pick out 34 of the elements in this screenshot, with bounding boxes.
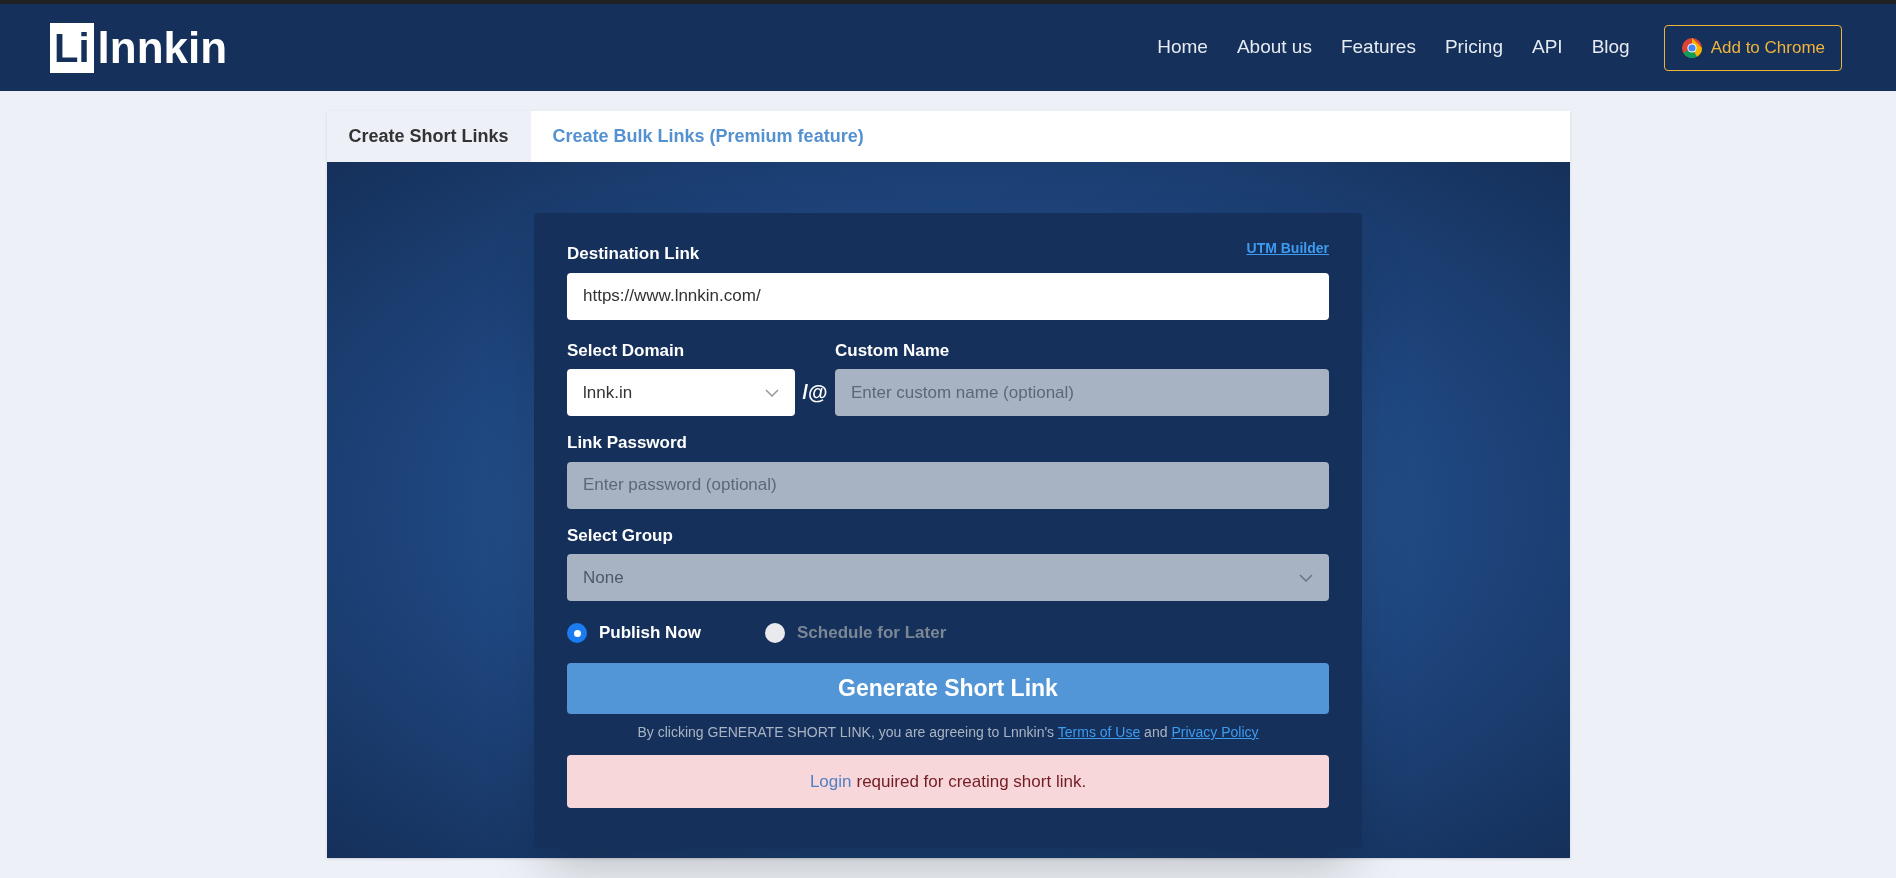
destination-link-field[interactable]: https://www.lnnkin.com/: [567, 272, 1329, 320]
nav-link[interactable]: API: [1532, 33, 1563, 62]
radio-button[interactable]: [567, 623, 587, 643]
nav-link[interactable]: Features: [1340, 33, 1416, 62]
nav-link[interactable]: Pricing: [1444, 33, 1503, 62]
utm-builder-link[interactable]: UTM Builder: [1246, 237, 1329, 259]
logo[interactable]: Li lnnkin: [50, 22, 228, 73]
tab[interactable]: Create Short Links: [326, 111, 531, 162]
terms-of-use-link[interactable]: Terms of Use: [1057, 724, 1141, 740]
radio-label[interactable]: Publish Now: [599, 620, 701, 646]
logo-mark: Li: [50, 22, 94, 73]
field-label: Destination Link: [567, 243, 700, 265]
chevron-down-icon: [1299, 573, 1313, 582]
field-label: Link Password: [567, 432, 688, 454]
add-to-chrome-button[interactable]: Add to Chrome: [1663, 24, 1842, 71]
chrome-icon: [1680, 36, 1703, 59]
privacy-policy-link[interactable]: Privacy Policy: [1171, 724, 1259, 740]
field-label: Custom Name: [835, 339, 951, 362]
terms-text: By clicking GENERATE SHORT LINK, you are agreeing to Lnnkin's Terms of Use and Privacy Policy: [636, 723, 1260, 742]
alert-text: required for creating short link.: [856, 770, 1087, 793]
field-label: Select Group: [567, 524, 674, 547]
radio-label[interactable]: Schedule for Later: [797, 620, 947, 646]
custom-name-field[interactable]: Enter custom name (optional): [835, 369, 1329, 416]
nav-link[interactable]: Blog: [1591, 33, 1630, 62]
nav-link[interactable]: Home: [1157, 33, 1208, 62]
domain-select[interactable]: lnnk.in: [567, 369, 795, 416]
password-field[interactable]: Enter password (optional): [567, 461, 1329, 509]
logo-text: lnnkin: [97, 25, 228, 70]
field-label: Select Domain: [567, 339, 686, 362]
nav-link[interactable]: About us: [1236, 33, 1312, 62]
chevron-down-icon: [765, 388, 779, 397]
separator-text: /@: [801, 380, 829, 405]
group-select[interactable]: None: [567, 554, 1329, 601]
radio-button[interactable]: [765, 623, 785, 643]
